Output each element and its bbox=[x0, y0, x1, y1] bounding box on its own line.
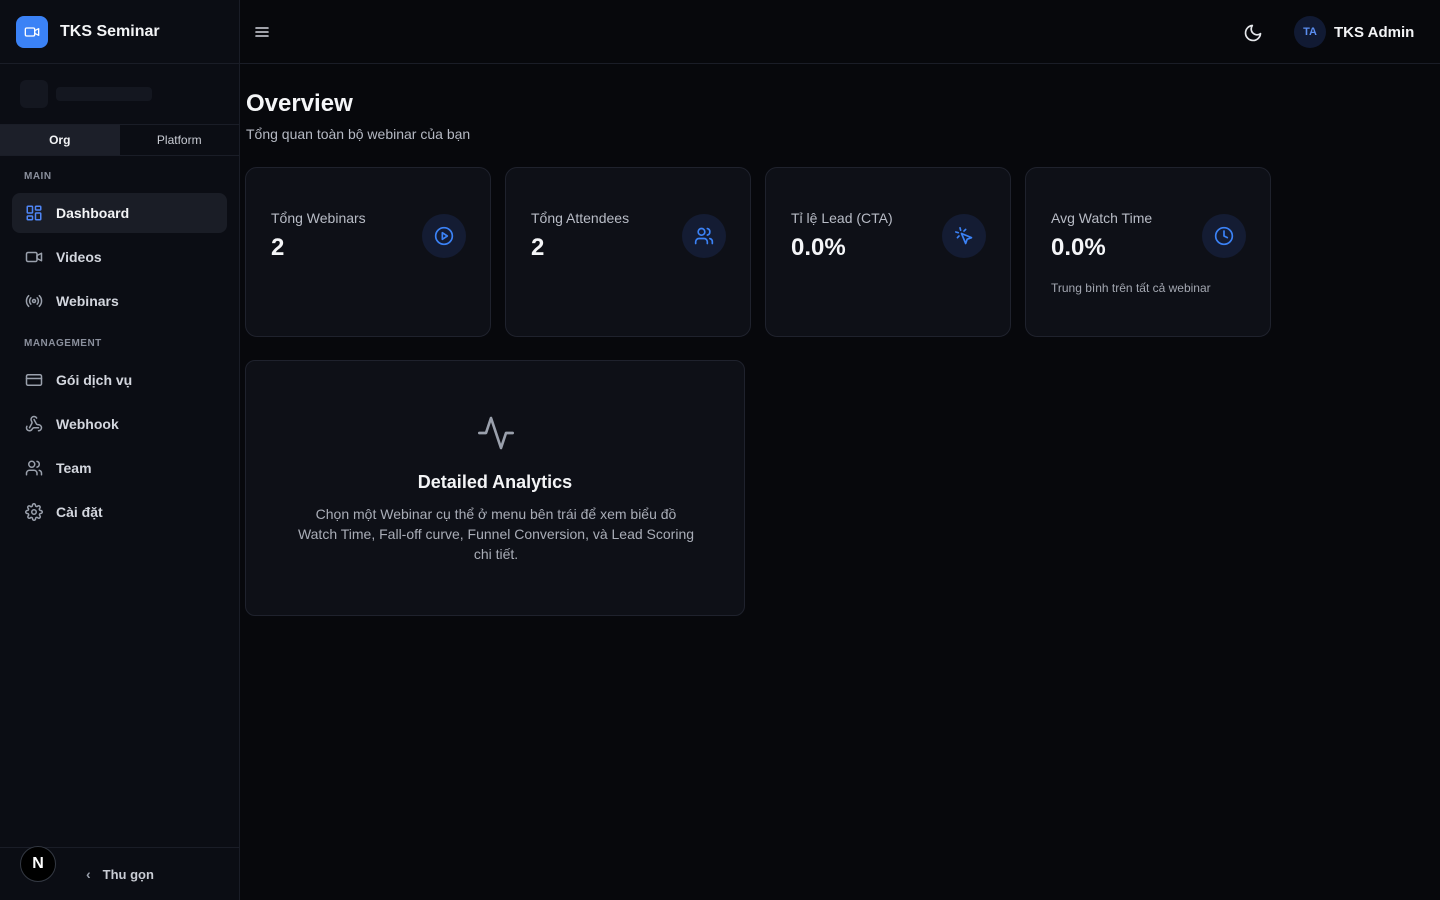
stat-label: Tỉ lệ Lead (CTA) bbox=[791, 210, 893, 226]
settings-icon bbox=[24, 502, 44, 522]
nav-item-dashboard[interactable]: Dashboard bbox=[12, 193, 227, 233]
sidebar: TKS Seminar Org Platform MAIN Dashboard … bbox=[0, 0, 240, 900]
moon-icon[interactable] bbox=[1241, 21, 1265, 45]
org-switcher-skeleton bbox=[0, 64, 239, 124]
layout-grid-icon bbox=[24, 203, 44, 223]
nav-item-label: Team bbox=[56, 460, 92, 476]
stat-value: 0.0% bbox=[1051, 234, 1106, 261]
stat-card-attendees: Tổng Attendees 2 bbox=[505, 167, 751, 337]
section-label-management: MANAGEMENT bbox=[24, 338, 102, 349]
detailed-analytics-panel: Detailed Analytics Chọn một Webinar cụ t… bbox=[245, 360, 745, 616]
brand[interactable]: TKS Seminar bbox=[0, 0, 239, 64]
nav-item-label: Webinars bbox=[56, 293, 119, 309]
nav-item-videos[interactable]: Videos bbox=[12, 237, 227, 277]
nav-item-settings[interactable]: Cài đặt bbox=[12, 492, 227, 532]
skeleton-text bbox=[56, 87, 152, 101]
nav-item-label: Videos bbox=[56, 249, 102, 265]
page-title: Overview bbox=[246, 90, 353, 117]
avatar: TA bbox=[1294, 16, 1326, 48]
scope-org-button[interactable]: Org bbox=[0, 125, 120, 155]
clock-icon bbox=[1202, 214, 1246, 258]
pointer-click-icon bbox=[942, 214, 986, 258]
nav-item-webinars[interactable]: Webinars bbox=[12, 281, 227, 321]
nav-item-label: Dashboard bbox=[56, 205, 130, 221]
stat-label: Tổng Attendees bbox=[531, 210, 630, 226]
skeleton-avatar bbox=[20, 80, 48, 108]
stat-card-avg-watch-time: Avg Watch Time 0.0% Trung bình trên tất … bbox=[1025, 167, 1271, 337]
nav-item-webhook[interactable]: Webhook bbox=[12, 404, 227, 444]
video-camera-icon bbox=[16, 15, 48, 48]
nav-item-label: Cài đặt bbox=[56, 504, 103, 520]
nextjs-badge[interactable]: N bbox=[20, 846, 56, 882]
stat-card-webinars: Tổng Webinars 2 bbox=[245, 167, 491, 337]
stat-note: Trung bình trên tất cả webinar bbox=[1051, 281, 1211, 295]
scope-platform-button[interactable]: Platform bbox=[120, 125, 240, 155]
brand-name: TKS Seminar bbox=[60, 22, 160, 40]
webhook-icon bbox=[24, 414, 44, 434]
chevron-left-icon: ‹ bbox=[86, 866, 91, 882]
user-menu[interactable]: TA TKS Admin bbox=[1294, 16, 1414, 48]
nav-item-label: Gói dịch vụ bbox=[56, 372, 133, 388]
scope-toggle: Org Platform bbox=[0, 124, 239, 156]
users-icon bbox=[682, 214, 726, 258]
nav-item-team[interactable]: Team bbox=[12, 448, 227, 488]
stat-card-lead-rate: Tỉ lệ Lead (CTA) 0.0% bbox=[765, 167, 1011, 337]
play-circle-icon bbox=[422, 214, 466, 258]
stat-value: 2 bbox=[271, 234, 285, 261]
page-subtitle: Tổng quan toàn bộ webinar của bạn bbox=[246, 126, 471, 142]
stat-label: Tổng Webinars bbox=[271, 210, 366, 226]
broadcast-icon bbox=[24, 291, 44, 311]
stat-value: 0.0% bbox=[791, 234, 846, 261]
analytics-title: Detailed Analytics bbox=[417, 472, 573, 492]
video-icon bbox=[24, 247, 44, 267]
top-header: TA TKS Admin bbox=[240, 0, 1440, 64]
stat-label: Avg Watch Time bbox=[1051, 210, 1153, 226]
collapse-sidebar-button[interactable]: ‹ Thu gọn bbox=[86, 866, 154, 882]
nav-item-label: Webhook bbox=[56, 416, 119, 432]
analytics-description: Chọn một Webinar cụ thể ở menu bên trái … bbox=[297, 506, 695, 562]
collapse-label: Thu gọn bbox=[102, 866, 154, 882]
nav-item-service-plans[interactable]: Gói dịch vụ bbox=[12, 360, 227, 400]
credit-card-icon bbox=[24, 370, 44, 390]
users-icon bbox=[24, 458, 44, 478]
menu-icon[interactable] bbox=[254, 22, 270, 42]
activity-icon bbox=[476, 413, 516, 453]
stat-value: 2 bbox=[531, 234, 545, 261]
sidebar-footer: N ‹ Thu gọn bbox=[0, 846, 239, 900]
section-label-main: MAIN bbox=[24, 171, 52, 182]
user-name: TKS Admin bbox=[1334, 23, 1415, 41]
